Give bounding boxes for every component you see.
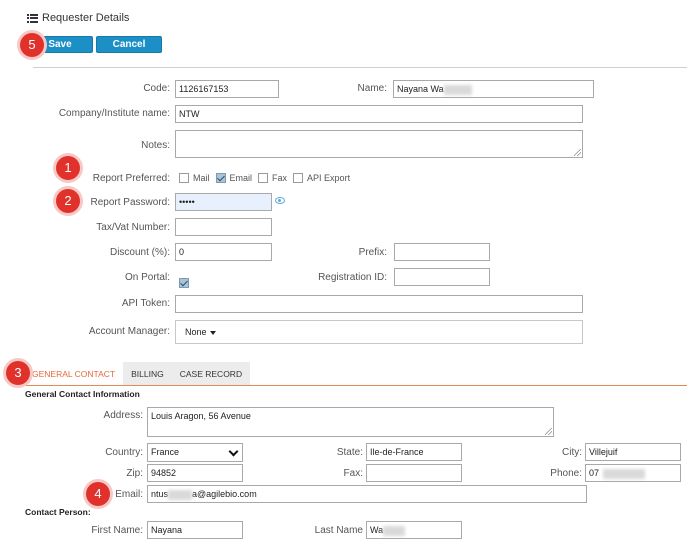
redacted-blur bbox=[603, 468, 646, 479]
cancel-button[interactable]: Cancel bbox=[96, 36, 162, 53]
step-badge-5: 5 bbox=[20, 33, 44, 57]
discount-label: Discount (%): bbox=[109, 247, 170, 258]
list-icon bbox=[27, 13, 38, 23]
tab-general-contact[interactable]: GENERAL CONTACT bbox=[24, 362, 124, 386]
redacted-blur bbox=[168, 489, 193, 500]
section-title-general-contact: General Contact Information bbox=[25, 389, 140, 399]
last-name-input[interactable]: Wa bbox=[366, 521, 462, 539]
tab-billing[interactable]: BILLING bbox=[123, 362, 172, 386]
on-portal-label: On Portal: bbox=[124, 272, 170, 283]
chevron-down-icon bbox=[228, 446, 239, 457]
fax-label: Fax: bbox=[343, 468, 363, 479]
prefix-label: Prefix: bbox=[358, 247, 387, 258]
name-label: Name: bbox=[357, 83, 387, 94]
account-manager-label: Account Manager: bbox=[88, 326, 170, 337]
page-title: Requester Details bbox=[42, 12, 130, 24]
step-badge-4: 4 bbox=[86, 482, 110, 506]
zip-input[interactable]: 94852 bbox=[147, 464, 243, 482]
registration-input[interactable] bbox=[394, 268, 490, 286]
registration-label: Registration ID: bbox=[318, 272, 387, 283]
notes-label: Notes: bbox=[141, 140, 170, 151]
address-textarea[interactable]: Louis Aragon, 56 Avenue bbox=[147, 407, 554, 437]
tab-underline bbox=[24, 385, 687, 386]
state-label: State: bbox=[336, 447, 363, 458]
prefix-input[interactable] bbox=[394, 243, 490, 261]
city-input[interactable]: Villejuif bbox=[585, 443, 681, 461]
state-input[interactable]: Ile-de-France bbox=[366, 443, 462, 461]
api-export-option-label: API Export bbox=[307, 173, 351, 184]
discount-input[interactable]: 0 bbox=[175, 243, 272, 261]
address-label: Address: bbox=[103, 410, 143, 421]
first-name-label: First Name: bbox=[91, 525, 143, 536]
api-token-input[interactable] bbox=[175, 295, 583, 313]
phone-input[interactable]: 07 bbox=[585, 464, 681, 482]
tax-input[interactable] bbox=[175, 218, 272, 236]
redacted-blur bbox=[443, 84, 472, 95]
report-password-input[interactable]: ••••• bbox=[175, 193, 272, 211]
fax-checkbox[interactable] bbox=[258, 173, 269, 184]
step-badge-1: 1 bbox=[56, 156, 80, 180]
resize-grip-icon[interactable] bbox=[545, 428, 552, 435]
fax-input[interactable] bbox=[366, 464, 462, 482]
city-label: City: bbox=[562, 447, 582, 458]
fax-option-label: Fax bbox=[272, 173, 288, 184]
resize-grip-icon[interactable] bbox=[574, 149, 581, 156]
api-token-label: API Token: bbox=[121, 298, 170, 309]
country-select[interactable]: France bbox=[147, 443, 243, 462]
mail-option-label: Mail bbox=[193, 173, 210, 184]
name-input[interactable]: Nayana Wa bbox=[393, 80, 594, 98]
phone-label: Phone: bbox=[550, 468, 582, 479]
caret-down-icon bbox=[209, 330, 216, 335]
tax-label: Tax/Vat Number: bbox=[96, 222, 170, 233]
email-option-label: Email bbox=[229, 173, 253, 184]
last-name-label: Last Name bbox=[314, 525, 363, 536]
step-badge-2: 2 bbox=[56, 189, 80, 213]
eye-icon[interactable] bbox=[275, 197, 285, 204]
code-label: Code: bbox=[143, 83, 170, 94]
page-header: Requester Details bbox=[27, 12, 129, 24]
step-badge-3: 3 bbox=[6, 361, 30, 385]
section-title-contact-person: Contact Person: bbox=[25, 507, 91, 517]
redacted-blur bbox=[383, 525, 406, 536]
tab-case-record[interactable]: CASE RECORD bbox=[171, 362, 251, 386]
zip-label: Zip: bbox=[126, 468, 143, 479]
email-input[interactable]: ntus a@agilebio.com bbox=[147, 485, 587, 503]
email-checkbox[interactable] bbox=[215, 173, 226, 184]
first-name-input[interactable]: Nayana bbox=[147, 521, 243, 539]
country-label: Country: bbox=[105, 447, 143, 458]
tab-bar: GENERAL CONTACT BILLING CASE RECORD bbox=[24, 362, 251, 386]
api-export-checkbox[interactable] bbox=[293, 173, 304, 184]
account-manager-select[interactable]: None bbox=[175, 320, 583, 344]
header-divider bbox=[33, 67, 687, 68]
notes-textarea[interactable] bbox=[175, 130, 583, 158]
on-portal-checkbox[interactable] bbox=[179, 278, 189, 289]
company-input[interactable]: NTW bbox=[175, 105, 583, 123]
report-preferred-options: Mail Email Fax API Export bbox=[179, 173, 356, 184]
mail-checkbox[interactable] bbox=[179, 173, 189, 184]
code-input[interactable]: 1126167153 bbox=[175, 80, 279, 98]
company-label: Company/Institute name: bbox=[58, 108, 170, 119]
